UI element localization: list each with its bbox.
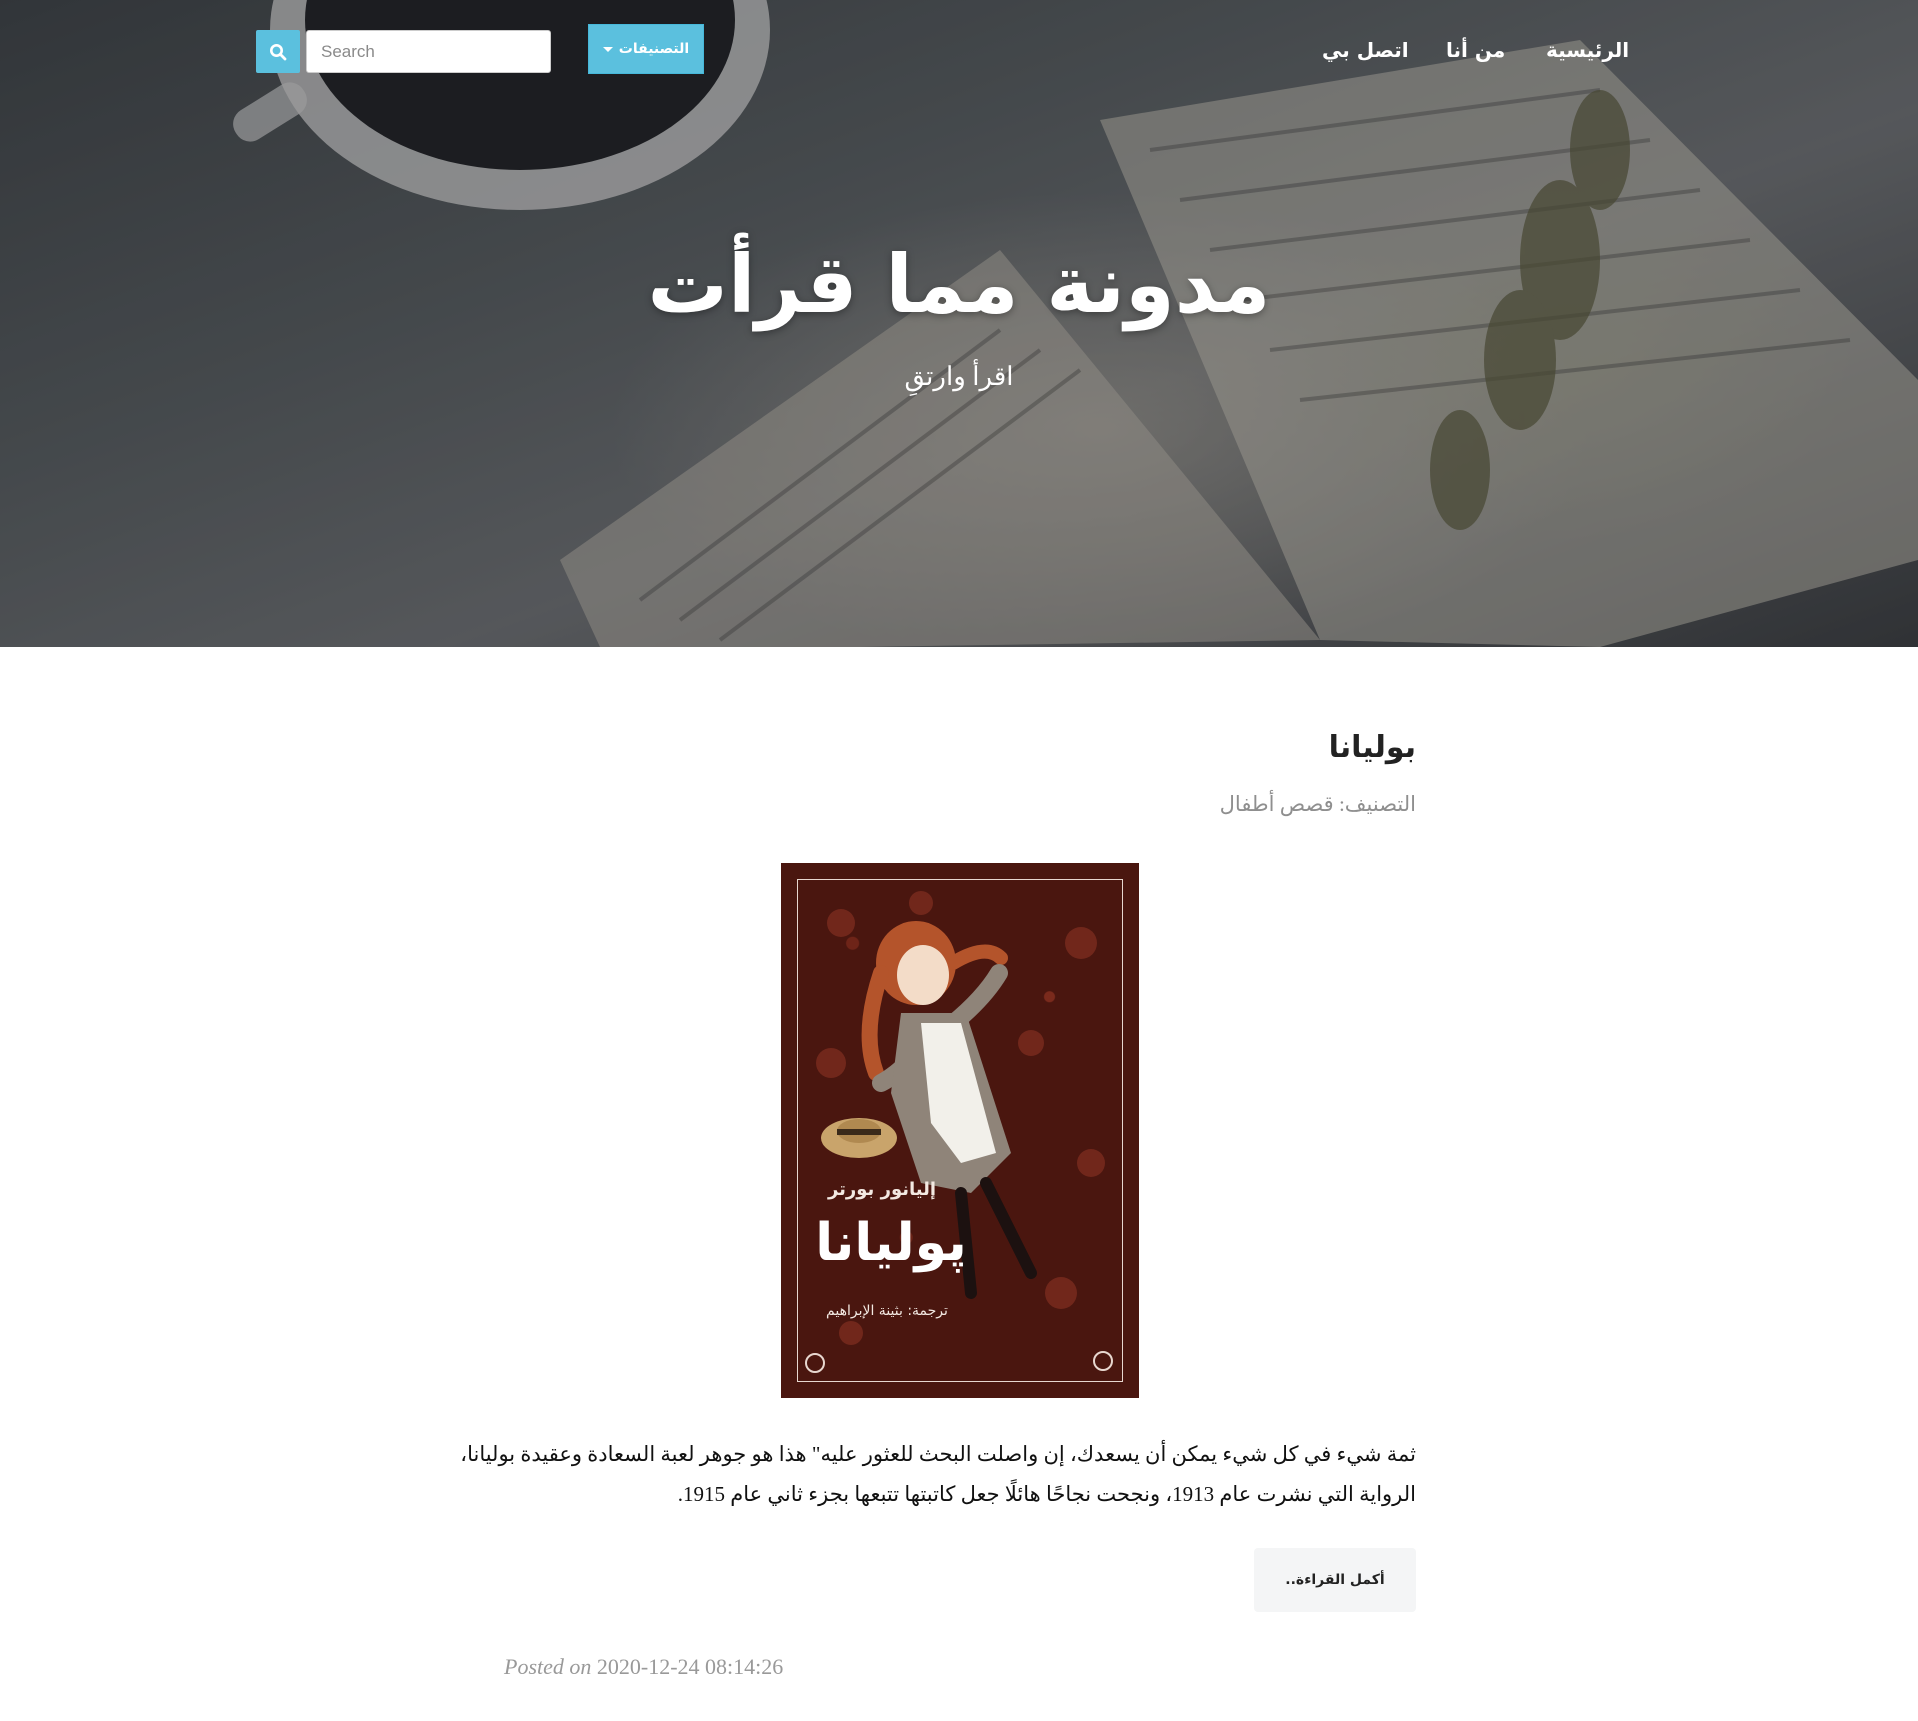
hero-header: الرئيسية من أنا اتصل بي التصنيفات مدونة … <box>0 0 1918 647</box>
nav-home-link[interactable]: الرئيسية <box>1546 38 1629 62</box>
search-icon <box>270 43 287 60</box>
post-date: Posted on 2020-12-24 08:14:26 <box>504 1654 783 1680</box>
post-category-value[interactable]: قصص أطفال <box>1220 792 1334 816</box>
cover-translator: ترجمة: بثينة الإبراهيم <box>826 1303 948 1319</box>
cover-title: پوليانا <box>815 1213 967 1273</box>
site-title: مدونة مما قرأت <box>647 238 1271 331</box>
search-button[interactable] <box>256 30 300 73</box>
post-category: التصنيف: قصص أطفال <box>1220 792 1416 817</box>
read-more-button[interactable]: أكمل القراءة.. <box>1254 1548 1416 1612</box>
nav-about-link[interactable]: من أنا <box>1446 38 1505 62</box>
book-cover-image: إليانور بورتر پوليانا ترجمة: بثينة الإبر… <box>781 863 1139 1398</box>
posted-on-date: 2020-12-24 08:14:26 <box>596 1654 784 1679</box>
search-input[interactable] <box>306 30 551 73</box>
post-excerpt-line-2: الرواية التي نشرت عام 1913، ونجحت نجاحًا… <box>677 1482 1416 1506</box>
post-excerpt-line-1: ثمة شيء في كل شيء يمكن أن يسعدك، إن واصل… <box>460 1442 1416 1466</box>
categories-dropdown-button[interactable]: التصنيفات <box>588 24 704 74</box>
post-category-label: التصنيف: <box>1338 792 1416 816</box>
cover-author: إليانور بورتر <box>827 1179 937 1200</box>
post-title-link[interactable]: بوليانا <box>1329 730 1416 765</box>
nav-contact-link[interactable]: اتصل بي <box>1322 38 1409 62</box>
categories-dropdown-label: التصنيفات <box>618 41 690 57</box>
caret-down-icon <box>602 46 613 52</box>
site-subtitle: اقرأ وارتقِ <box>904 362 1014 391</box>
posted-on-label: Posted on <box>504 1654 592 1679</box>
post-excerpt: ثمة شيء في كل شيء يمكن أن يسعدك، إن واصل… <box>416 1434 1416 1514</box>
